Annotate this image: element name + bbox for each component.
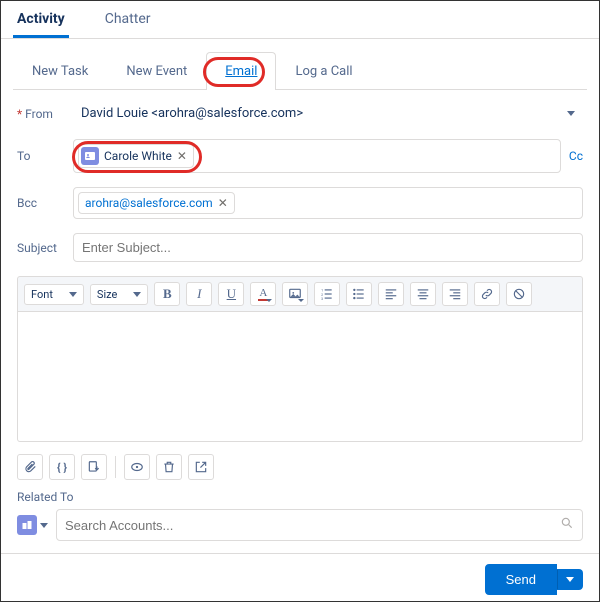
merge-field-button[interactable]: { } — [49, 454, 75, 480]
search-icon — [560, 516, 574, 534]
text-color-button[interactable]: A — [250, 282, 276, 306]
bcc-label: Bcc — [17, 196, 73, 210]
tab-activity[interactable]: Activity — [13, 1, 69, 38]
related-object-select[interactable] — [17, 515, 48, 535]
tab-chatter[interactable]: Chatter — [101, 1, 155, 38]
bold-button[interactable]: B — [154, 282, 180, 306]
subtab-new-event[interactable]: New Event — [107, 52, 206, 90]
chevron-down-icon — [133, 292, 141, 297]
chevron-down-icon — [567, 111, 575, 116]
account-icon — [17, 515, 37, 535]
insert-image-button[interactable] — [282, 282, 308, 306]
subject-label: Subject — [17, 241, 73, 255]
numbered-list-button[interactable]: 123 — [314, 282, 340, 306]
attach-file-button[interactable] — [17, 454, 43, 480]
link-button[interactable] — [474, 282, 500, 306]
subtab-email[interactable]: Email — [206, 52, 276, 90]
cc-link[interactable]: Cc — [569, 149, 583, 163]
svg-text:2: 2 — [322, 293, 324, 297]
align-right-button[interactable] — [442, 282, 468, 306]
align-left-button[interactable] — [378, 282, 404, 306]
size-select[interactable]: Size — [90, 284, 148, 305]
from-dropdown[interactable]: David Louie <arohra@salesforce.com> — [73, 102, 583, 125]
align-center-button[interactable] — [410, 282, 436, 306]
popout-button[interactable] — [188, 454, 214, 480]
contact-icon — [81, 147, 99, 165]
italic-button[interactable]: I — [186, 282, 212, 306]
chevron-down-icon — [40, 523, 48, 528]
bcc-pill[interactable]: arohra@salesforce.com ✕ — [78, 192, 235, 214]
subtab-new-task[interactable]: New Task — [13, 52, 107, 90]
underline-button[interactable]: U — [218, 282, 244, 306]
chevron-down-icon — [69, 292, 77, 297]
bcc-pill-label: arohra@salesforce.com — [85, 196, 213, 210]
related-to-lookup[interactable] — [56, 509, 583, 541]
remove-icon[interactable]: ✕ — [177, 149, 187, 163]
to-pill-label: Carole White — [104, 149, 172, 163]
to-field[interactable]: Carole White ✕ — [73, 139, 561, 173]
subtab-log-call[interactable]: Log a Call — [276, 52, 371, 90]
bcc-field[interactable]: arohra@salesforce.com ✕ — [73, 187, 583, 219]
related-to-label: Related To — [17, 490, 583, 504]
svg-text:1: 1 — [322, 289, 324, 293]
to-label: To — [17, 149, 73, 163]
bulleted-list-button[interactable] — [346, 282, 372, 306]
email-body-editor[interactable] — [17, 312, 583, 442]
font-select[interactable]: Font — [24, 284, 84, 305]
chevron-down-icon — [566, 577, 574, 582]
from-value: David Louie <arohra@salesforce.com> — [81, 106, 303, 121]
to-pill[interactable]: Carole White ✕ — [78, 144, 194, 168]
divider — [115, 456, 116, 478]
subtab-email-label: Email — [225, 64, 257, 79]
send-options-button[interactable] — [557, 569, 583, 590]
rich-text-toolbar: Font Size B I U A 123 — [17, 276, 583, 312]
related-to-input[interactable] — [65, 518, 560, 533]
delete-button[interactable] — [156, 454, 182, 480]
insert-template-button[interactable] — [81, 454, 107, 480]
remove-icon[interactable]: ✕ — [218, 196, 228, 210]
svg-text:3: 3 — [322, 297, 324, 301]
preview-button[interactable] — [124, 454, 150, 480]
send-button[interactable]: Send — [485, 564, 557, 595]
remove-formatting-button[interactable] — [506, 282, 532, 306]
from-label: * From — [17, 107, 73, 121]
subject-input[interactable] — [73, 233, 583, 262]
